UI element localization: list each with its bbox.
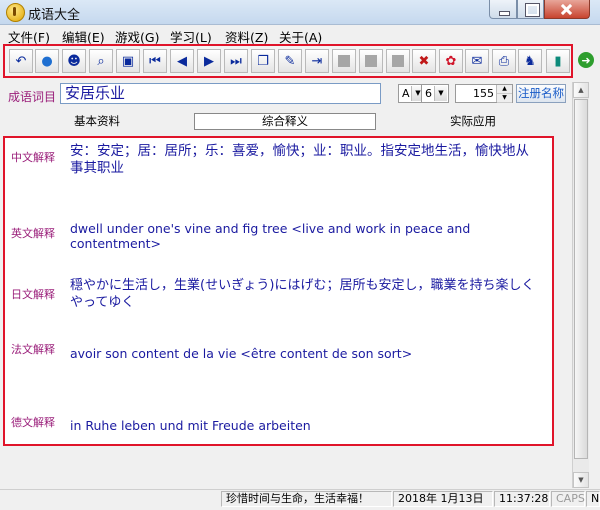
exit-door-icon[interactable]: ▮ [546, 49, 570, 73]
rabbit-icon[interactable]: ♞ [518, 49, 542, 73]
status-num: N [586, 491, 600, 507]
label-de: 德文解释 [11, 416, 55, 429]
label-ja: 日文解释 [11, 288, 55, 301]
label-en: 英文解释 [11, 227, 55, 240]
size-select-value: 6 [425, 87, 432, 100]
definition-de: in Ruhe leben und mit Freude arbeiten [70, 418, 311, 433]
disabled-square [365, 55, 377, 67]
disabled-b-icon[interactable] [359, 49, 383, 73]
disabled-a-icon[interactable] [332, 49, 356, 73]
status-motto: 珍惜时间与生命，生活幸福！ [221, 491, 392, 507]
first-icon[interactable]: ⏮ [143, 49, 167, 73]
entry-label: 成语词目 [8, 90, 57, 104]
record-stepper[interactable]: 155 ▲ ▼ [455, 84, 513, 103]
definition-fr: avoir son content de la vie <être conten… [70, 346, 413, 361]
stepper-up-icon[interactable]: ▲ [497, 85, 512, 94]
label-zh: 中文解释 [11, 151, 55, 164]
search-doc-icon[interactable]: ⌕ [89, 49, 113, 73]
people-icon[interactable]: ☻ [62, 49, 86, 73]
scroll-thumb[interactable] [574, 99, 588, 459]
copy-icon[interactable]: ❐ [251, 49, 275, 73]
close-button[interactable] [544, 0, 590, 19]
minimize-button[interactable] [489, 0, 517, 19]
tab-basic[interactable]: 基本资料 [4, 112, 190, 131]
definition-panel: 中文解释 安：安定；居：居所；乐：喜爱，愉快；业：职业。指安定地生活，愉快地从事… [3, 136, 554, 446]
stepper-buttons[interactable]: ▲ ▼ [496, 85, 512, 103]
undo-icon[interactable]: ↶ [9, 49, 33, 73]
status-caps: CAPS [551, 491, 585, 507]
status-time: 11:37:28 [494, 491, 550, 507]
toolbar: ↶ ● ☻ ⌕ ▣ ⏮ ◀ ▶ ⏭ ❐ ✎ ⇥ ✖ ✿ ✉ ⎙ ♞ ▮ [3, 44, 573, 78]
delete-icon[interactable]: ✖ [412, 49, 436, 73]
last-icon[interactable]: ⏭ [224, 49, 248, 73]
definition-en: dwell under one's vine and fig tree <liv… [70, 221, 471, 251]
disabled-square [338, 55, 350, 67]
next-icon[interactable]: ▶ [197, 49, 221, 73]
mail-icon[interactable]: ✉ [465, 49, 489, 73]
app-icon [6, 3, 25, 22]
chevron-down-icon: ▼ [434, 86, 447, 101]
menu-bar: 文件(F) 编辑(E) 游戏(G) 学习(L) 资料(Z) 关于(A) [0, 25, 600, 45]
idiom-input[interactable]: 安居乐业 [60, 83, 381, 104]
picture-icon[interactable]: ▣ [116, 49, 140, 73]
label-fr: 法文解释 [11, 343, 55, 356]
register-button[interactable]: 注册名称 [516, 84, 566, 103]
font-select-value: A [402, 87, 410, 100]
disabled-square [392, 55, 404, 67]
scroll-down-icon[interactable]: ▼ [573, 472, 589, 488]
title-bar: 成语大全 [0, 0, 600, 25]
go-arrow-icon[interactable]: ➜ [578, 52, 594, 68]
definition-zh: 安：安定；居：居所；乐：喜爱，愉快；业：职业。指安定地生活，愉快地从事其职业 [70, 143, 529, 176]
globe-icon[interactable]: ● [35, 49, 59, 73]
size-select[interactable]: 6 ▼ [421, 84, 449, 103]
tab-comprehensive[interactable]: 综合释义 [194, 113, 376, 130]
flower-icon[interactable]: ✿ [439, 49, 463, 73]
edit-icon[interactable]: ✎ [278, 49, 302, 73]
tab-application[interactable]: 实际应用 [380, 112, 566, 131]
vertical-scrollbar[interactable]: ▲ ▼ [572, 82, 589, 488]
scroll-up-icon[interactable]: ▲ [573, 82, 589, 98]
definition-ja: 穏やかに生活し，生業(せいぎょう)にはげむ；居所も安定し，職業を持ち楽しくやって… [70, 278, 535, 310]
prev-icon[interactable]: ◀ [170, 49, 194, 73]
print-icon[interactable]: ⎙ [492, 49, 516, 73]
disabled-c-icon[interactable] [386, 49, 410, 73]
export-icon[interactable]: ⇥ [305, 49, 329, 73]
record-number: 155 [473, 87, 494, 100]
status-date: 2018年 1月13日 [393, 491, 493, 507]
maximize-button[interactable] [517, 0, 544, 19]
window-title: 成语大全 [28, 8, 81, 23]
stepper-down-icon[interactable]: ▼ [497, 94, 512, 103]
